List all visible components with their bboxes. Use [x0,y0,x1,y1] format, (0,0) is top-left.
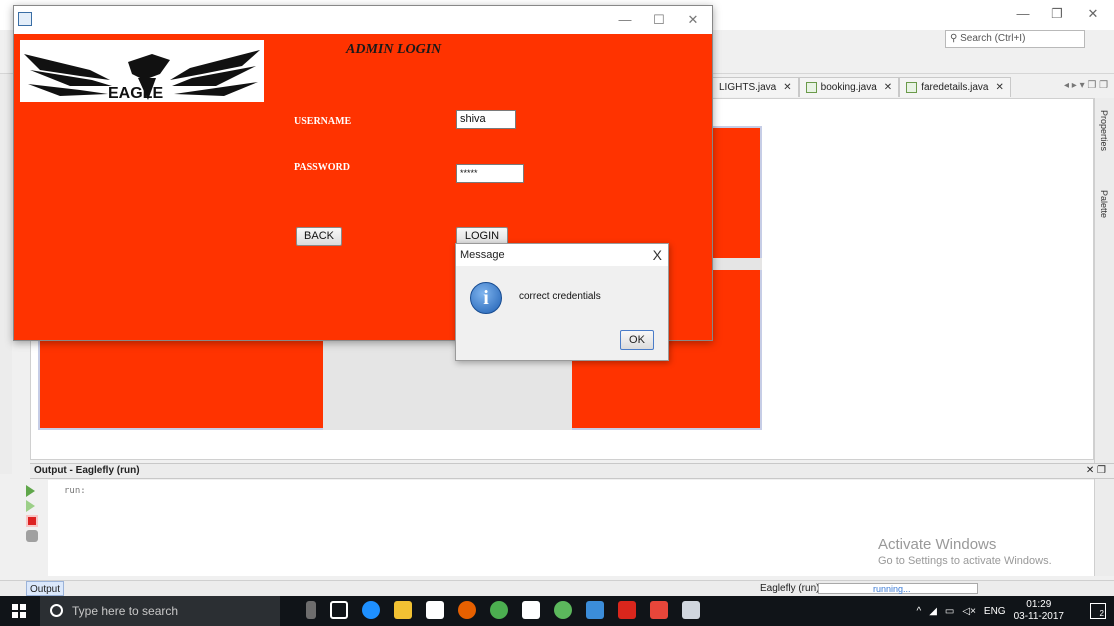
taskbar-clock[interactable]: 01:29 03-11-2017 [1014,599,1064,623]
close-icon[interactable]: ✕ [995,78,1003,98]
ide-search-placeholder: Search (Ctrl+I) [960,33,1026,44]
taskbar-pinned-apps [306,601,700,619]
windows-taskbar: Type here to search ^ ◢ ▭ ◁× ENG 01:29 0… [0,596,1114,626]
login-maximize-button[interactable]: ☐ [644,10,674,30]
java-file-icon [805,82,817,93]
action-center-icon[interactable]: 2 [1090,603,1106,619]
taskbar-search-placeholder: Type here to search [72,604,179,618]
message-dialog: Message X i correct credentials OK [455,243,669,361]
running-project-label: Eaglefly (run) [760,583,820,594]
store-icon[interactable] [426,601,444,619]
stop-icon[interactable] [26,515,38,527]
eagle-logo-icon: EAGLE [24,50,260,102]
eagle-logo: EAGLE [20,40,264,102]
tab-label: LIGHTS.java [719,81,777,93]
output-toolbar [24,482,44,545]
ide-close-button[interactable]: ✕ [1078,4,1108,24]
palette-tab[interactable]: Palette [1099,190,1109,218]
right-side-panel [1094,98,1114,576]
netbeans-icon[interactable] [586,601,604,619]
close-icon[interactable]: X [653,244,662,266]
java-file-icon [906,82,918,93]
settings-icon[interactable] [26,530,38,542]
username-label: USERNAME [294,116,352,127]
mail-icon[interactable] [522,601,540,619]
java-app-icon [18,12,32,26]
firefox-icon[interactable] [458,601,476,619]
ide-status-bar: Output Eaglefly (run) running... [0,580,1114,596]
rerun-with-options-icon[interactable] [26,500,35,512]
login-window-titlebar: — ☐ ✕ [14,6,712,34]
system-tray: ^ ◢ ▭ ◁× ENG 01:29 03-11-2017 [917,596,1064,626]
clock-time: 01:29 [1026,599,1052,610]
cortana-icon [50,604,63,617]
info-icon: i [470,282,502,314]
password-label: PASSWORD [294,162,350,173]
volume-icon[interactable]: ◁× [962,606,976,617]
activate-title: Activate Windows [878,536,997,553]
search-icon: ⚲ [950,33,958,44]
message-text: correct credentials [519,291,601,302]
ide-search-input[interactable]: ⚲ Search (Ctrl+I) [945,30,1085,48]
output-panel-header: Output - Eaglefly (run) ✕ ❐ [30,463,1114,479]
output-log-text: run: [64,486,86,496]
output-status-tab[interactable]: Output [26,581,65,596]
network-icon[interactable]: ◢ [929,606,937,617]
task-view-icon[interactable] [330,601,348,619]
editor-tabs: LIGHTS.java ✕ booking.java ✕ faredetails… [712,77,1011,97]
rerun-icon[interactable] [26,485,35,497]
tab-label: booking.java [820,81,877,93]
notification-count: 2 [1099,609,1104,618]
tab-faredetails-java[interactable]: faredetails.java ✕ [899,77,1011,97]
file-explorer-icon[interactable] [394,601,412,619]
battery-icon[interactable]: ▭ [945,606,954,617]
ide-restore-button[interactable]: ❐ [1042,4,1072,24]
login-close-button[interactable]: ✕ [678,10,708,30]
ide-left-strip [0,74,12,474]
activate-subtitle: Go to Settings to activate Windows. [878,555,1052,567]
close-icon[interactable]: ✕ [884,78,892,98]
login-minimize-button[interactable]: — [610,10,640,30]
run-progress-bar: running... [818,583,978,594]
taskbar-search-box[interactable]: Type here to search [40,596,280,626]
java-app-taskbar-icon[interactable] [682,601,700,619]
ok-button[interactable]: OK [620,330,654,350]
office-icon[interactable] [650,601,668,619]
page-title: ADMIN LOGIN [346,42,442,57]
message-dialog-titlebar: Message X [456,244,668,266]
microphone-icon[interactable] [306,601,316,619]
windows-start-icon[interactable] [12,604,26,618]
ide-minimize-button[interactable]: — [1008,4,1038,24]
clock-date: 03-11-2017 [1013,611,1064,622]
tab-booking-java[interactable]: booking.java ✕ [798,77,900,98]
activate-windows-watermark: Activate Windows Go to Settings to activ… [878,536,1052,567]
utorrent-icon[interactable] [554,601,572,619]
tab-navigation[interactable]: ◂ ▸ ▾ ❐ ❐ [1064,80,1108,91]
output-title: Output - Eaglefly (run) [34,465,140,476]
close-icon[interactable]: ✕ [783,78,791,98]
edge-browser-icon[interactable] [362,601,380,619]
chrome-icon[interactable] [490,601,508,619]
username-field[interactable]: shiva [456,110,516,129]
properties-tab[interactable]: Properties [1099,110,1109,151]
acrobat-icon[interactable] [618,601,636,619]
chevron-up-icon[interactable]: ^ [917,606,922,617]
password-field[interactable]: ***** [456,164,524,183]
tab-label: faredetails.java [921,81,989,93]
svg-text:EAGLE: EAGLE [108,85,163,102]
message-dialog-title: Message [460,249,505,261]
close-icon[interactable]: ✕ ❐ [1086,464,1106,478]
back-button[interactable]: BACK [296,227,342,246]
language-indicator[interactable]: ENG [984,606,1006,617]
tab-lights-java[interactable]: LIGHTS.java ✕ [712,77,799,97]
